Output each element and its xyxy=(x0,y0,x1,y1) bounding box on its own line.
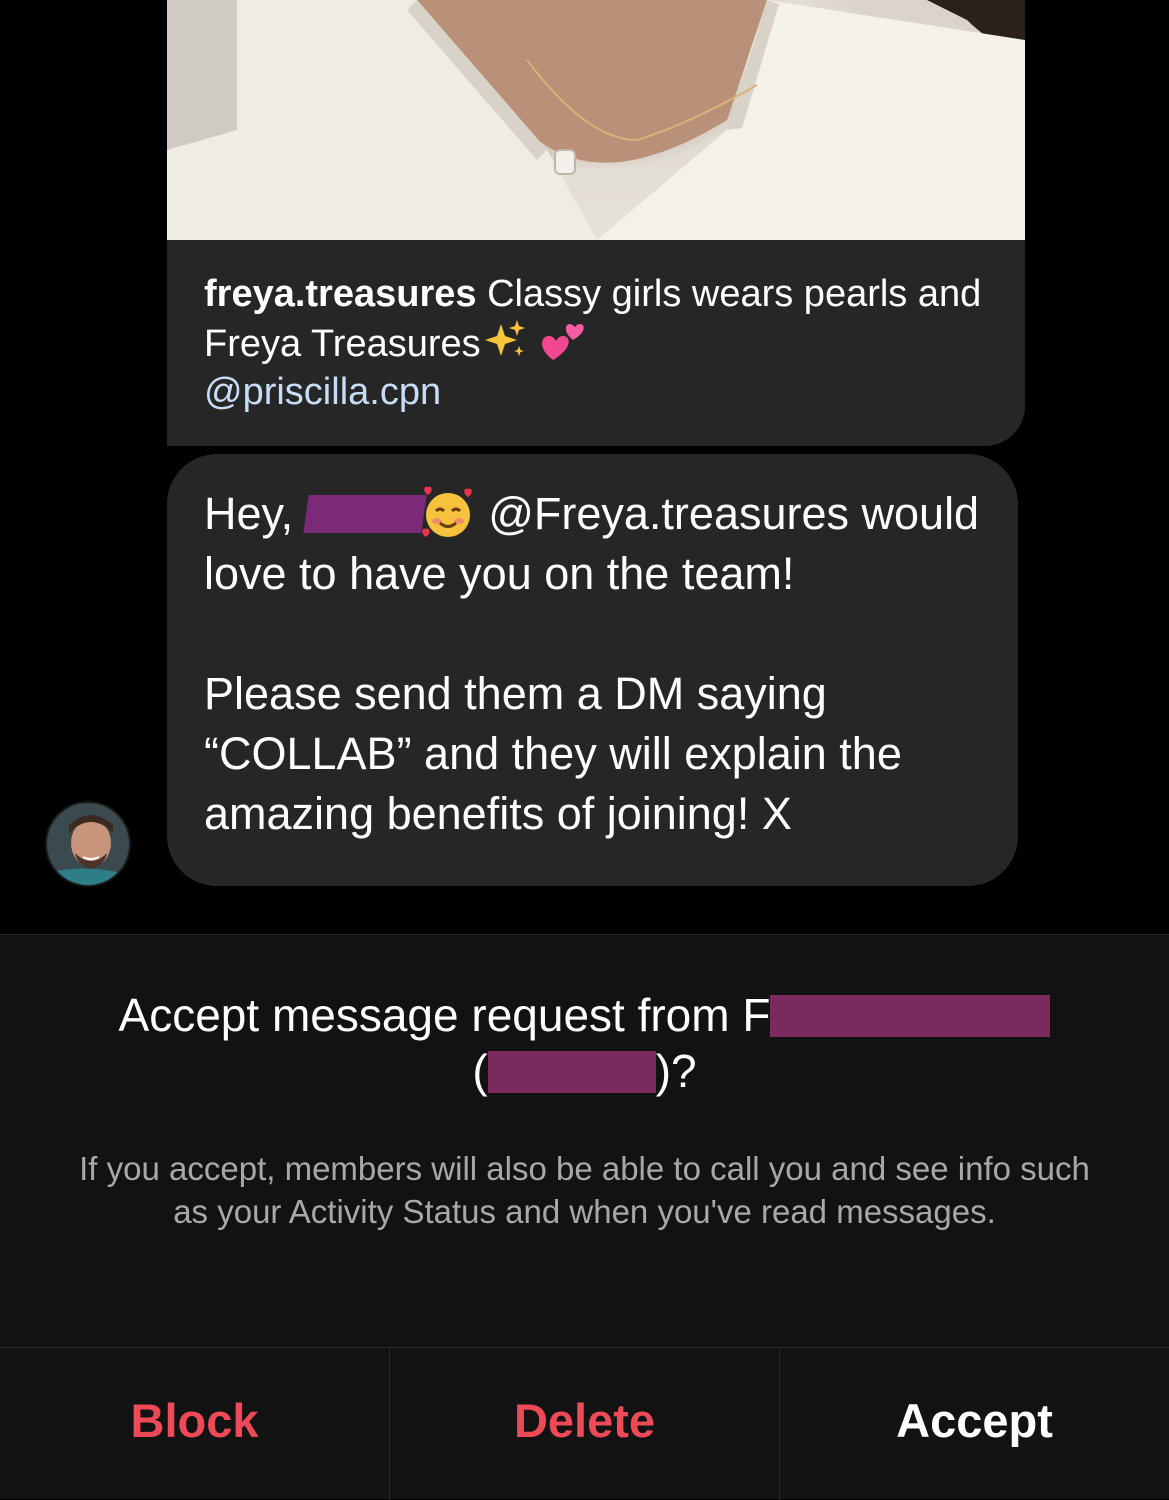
post-caption: freya.treasures Classy girls wears pearl… xyxy=(204,270,994,416)
message-greeting: Hey, xyxy=(204,488,294,539)
message-text: Hey, @Freya.treasures would love to have… xyxy=(204,484,1004,844)
accept-button[interactable]: Accept xyxy=(779,1348,1169,1500)
sender-avatar[interactable] xyxy=(47,803,129,885)
redacted-username xyxy=(487,1051,656,1093)
message-request-panel: Accept message request from F ()? If you… xyxy=(0,934,1169,1500)
request-title: Accept message request from F ()? xyxy=(0,987,1169,1099)
smiling-face-with-hearts-icon xyxy=(421,486,472,537)
request-action-bar: Block Delete Accept xyxy=(0,1347,1169,1500)
delete-button[interactable]: Delete xyxy=(389,1348,779,1500)
request-description: If you accept, members will also be able… xyxy=(79,1150,1090,1230)
request-title-prefix: Accept message request from F xyxy=(118,989,771,1041)
post-author[interactable]: freya.treasures xyxy=(204,273,477,315)
avatar-photo xyxy=(47,803,129,885)
sparkles-icon xyxy=(484,320,525,356)
post-image[interactable] xyxy=(167,0,1025,240)
redacted-full-name xyxy=(770,995,1051,1037)
redacted-name xyxy=(303,495,427,533)
message-bubble[interactable]: Hey, @Freya.treasures would love to have… xyxy=(167,454,1018,886)
request-title-open: ( xyxy=(472,1045,488,1097)
two-hearts-icon xyxy=(542,324,584,360)
shared-post-card[interactable]: freya.treasures Classy girls wears pearl… xyxy=(167,0,1025,446)
request-title-close: )? xyxy=(655,1045,697,1097)
post-mention-link[interactable]: @priscilla.cpn xyxy=(204,371,441,413)
message-paragraph-2: Please send them a DM saying “COLLAB” an… xyxy=(204,668,902,839)
block-button[interactable]: Block xyxy=(0,1348,389,1500)
post-photo-illustration xyxy=(167,0,1025,240)
message-paragraph-1: Hey, @Freya.treasures would love to have… xyxy=(204,484,1004,604)
